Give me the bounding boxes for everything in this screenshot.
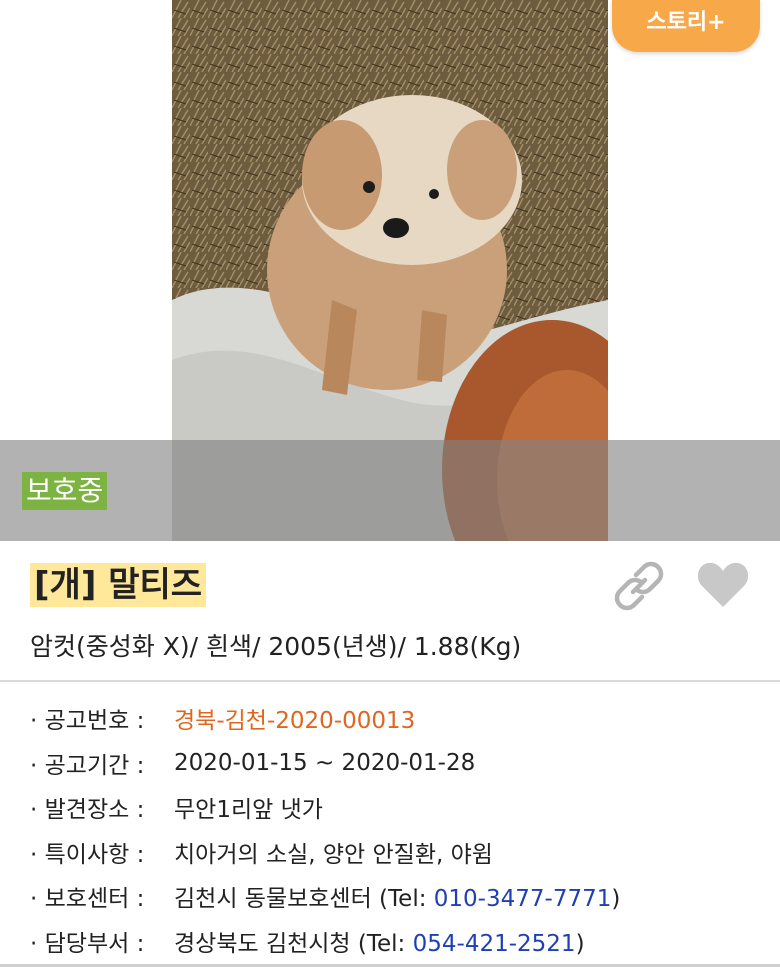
info-row-department: · 담당부서 : 경상북도 김천시청 (Tel: 054-421-2521)	[30, 919, 770, 964]
info-row-notice-period: · 공고기간 : 2020-01-15 ~ 2020-01-28	[30, 741, 770, 786]
info-label: · 공고기간 :	[30, 752, 145, 779]
page-title: [개] 말티즈	[30, 563, 207, 607]
special-notes: 치아거의 소실, 양안 안질환, 야윔	[174, 841, 493, 868]
shelter-name: 김천시 동물보호센터 (Tel:	[174, 886, 434, 913]
animal-header: [개] 말티즈 암컷(중성화 X)/ 흰색/ 2005(년생)/ 1.88(Kg…	[0, 541, 780, 681]
link-icon[interactable]	[614, 561, 664, 611]
animal-photo-section: 보호중 스토리+	[0, 0, 780, 541]
closing-paren: )	[611, 886, 621, 913]
info-label: · 발견장소 :	[30, 797, 145, 824]
department: 경상북도 김천시청 (Tel: 054-421-2521)	[174, 924, 585, 958]
info-row-found-location: · 발견장소 : 무안1리앞 냇가	[30, 785, 770, 830]
info-row-shelter: · 보호센터 : 김천시 동물보호센터 (Tel: 010-3477-7771)	[30, 874, 770, 919]
info-label: · 공고번호 :	[30, 708, 145, 735]
heart-icon[interactable]	[696, 559, 750, 609]
shelter: 김천시 동물보호센터 (Tel: 010-3477-7771)	[174, 879, 620, 913]
info-label: · 특이사항 :	[30, 841, 145, 868]
department-name: 경상북도 김천시청 (Tel:	[174, 930, 413, 957]
animal-summary: 암컷(중성화 X)/ 흰색/ 2005(년생)/ 1.88(Kg)	[30, 632, 522, 661]
story-button[interactable]: 스토리+	[612, 0, 760, 52]
notice-period: 2020-01-15 ~ 2020-01-28	[174, 749, 476, 776]
info-label: · 보호센터 :	[30, 886, 145, 913]
info-list: · 공고번호 : 경북-김천-2020-00013 · 공고기간 : 2020-…	[30, 696, 770, 963]
info-row-notice-number: · 공고번호 : 경북-김천-2020-00013	[30, 696, 770, 741]
found-location: 무안1리앞 냇가	[174, 797, 323, 824]
department-phone-link[interactable]: 054-421-2521	[413, 931, 576, 957]
notice-number: 경북-김천-2020-00013	[174, 708, 416, 735]
status-overlay	[0, 440, 780, 541]
shelter-phone-link[interactable]: 010-3477-7771	[434, 886, 612, 912]
closing-paren: )	[575, 930, 585, 957]
info-label: · 담당부서 :	[30, 930, 145, 957]
status-badge: 보호중	[22, 472, 108, 510]
info-row-special-notes: · 특이사항 : 치아거의 소실, 양안 안질환, 야윔	[30, 830, 770, 875]
divider	[0, 680, 780, 682]
